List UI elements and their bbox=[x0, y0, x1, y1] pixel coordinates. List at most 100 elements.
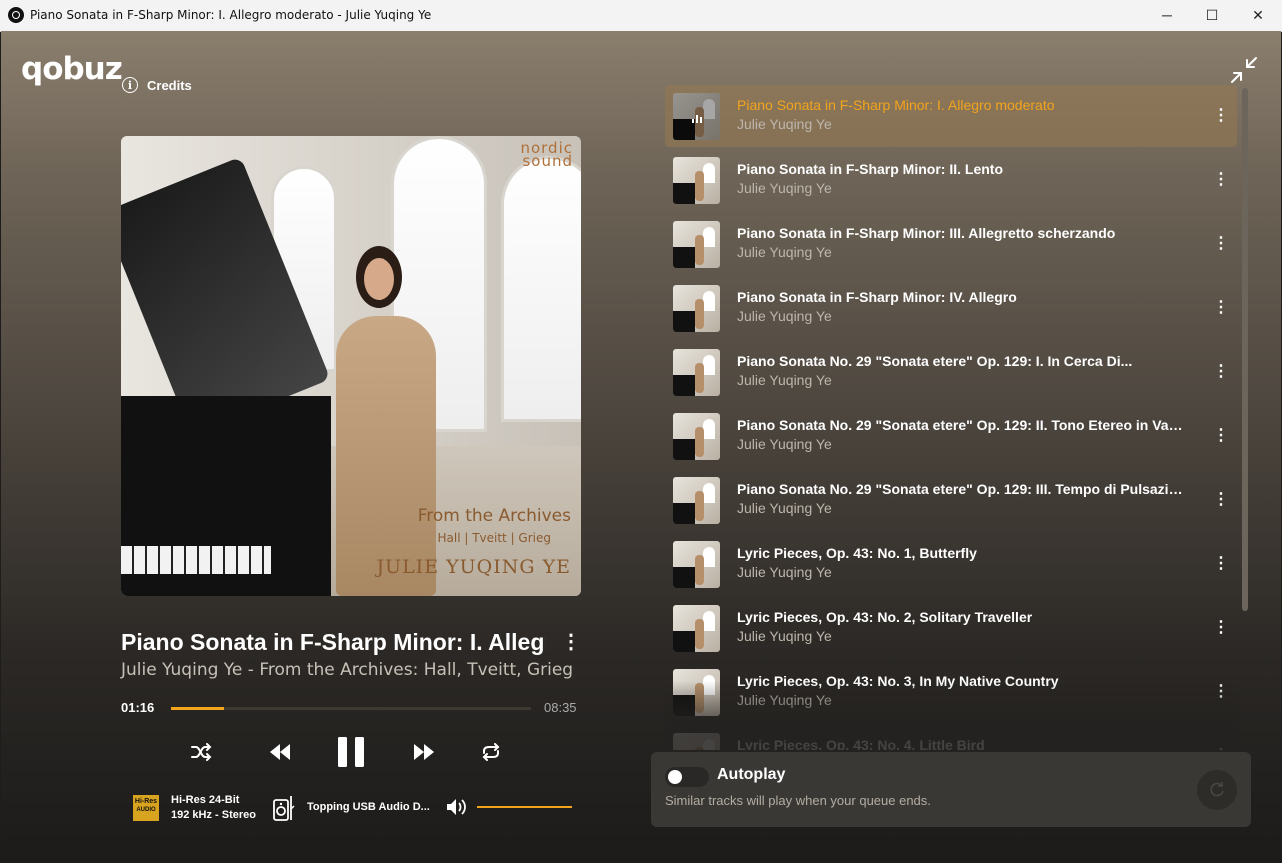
queue-item-title: Piano Sonata No. 29 "Sonata etere" Op. 1… bbox=[737, 481, 1187, 497]
repeat-icon bbox=[482, 743, 500, 761]
track-thumbnail bbox=[673, 349, 720, 396]
shuffle-button[interactable] bbox=[187, 736, 215, 768]
cover-pianist-face bbox=[364, 258, 394, 300]
autoplay-refresh-button[interactable] bbox=[1197, 770, 1237, 810]
queue-item[interactable]: Piano Sonata No. 29 "Sonata etere" Op. 1… bbox=[665, 405, 1237, 467]
thumb-figure bbox=[695, 747, 704, 750]
thumb-figure bbox=[695, 427, 704, 457]
now-playing-subtitle[interactable]: Julie Yuqing Ye - From the Archives: Hal… bbox=[121, 660, 573, 680]
queue-item-more-icon[interactable]: ⋮ bbox=[1213, 425, 1229, 445]
queue-item-artist: Julie Yuqing Ye bbox=[737, 628, 832, 644]
thumb-window bbox=[703, 419, 715, 439]
speaker-device-icon[interactable] bbox=[273, 795, 295, 821]
audio-quality[interactable]: Hi-Res 24-Bit 192 kHz - Stereo bbox=[171, 793, 256, 823]
queue-item[interactable]: Lyric Pieces, Op. 43: No. 3, In My Nativ… bbox=[665, 661, 1237, 723]
queue-item-artist: Julie Yuqing Ye bbox=[737, 436, 832, 452]
window-titlebar: Piano Sonata in F-Sharp Minor: I. Allegr… bbox=[0, 0, 1282, 32]
progress-bar[interactable] bbox=[171, 707, 531, 710]
track-thumbnail bbox=[673, 221, 720, 268]
pause-icon bbox=[338, 737, 364, 767]
thumb-figure bbox=[695, 555, 704, 585]
current-time: 01:16 bbox=[121, 700, 155, 715]
queue-item-title: Piano Sonata No. 29 "Sonata etere" Op. 1… bbox=[737, 417, 1187, 433]
play-queue: Piano Sonata in F-Sharp Minor: I. Allegr… bbox=[665, 85, 1239, 750]
cover-window bbox=[501, 156, 581, 422]
thumb-piano bbox=[673, 567, 695, 588]
cover-pianist bbox=[326, 246, 446, 596]
queue-item-title: Lyric Pieces, Op. 43: No. 4, Little Bird bbox=[737, 737, 985, 750]
volume-icon[interactable] bbox=[445, 797, 467, 817]
pause-button[interactable] bbox=[333, 736, 369, 768]
cover-album-title: From the Archives bbox=[417, 506, 571, 526]
app-icon bbox=[8, 7, 24, 23]
queue-item-more-icon[interactable]: ⋮ bbox=[1213, 745, 1229, 750]
thumb-window bbox=[703, 163, 715, 183]
queue-item-more-icon[interactable]: ⋮ bbox=[1213, 105, 1229, 125]
track-thumbnail bbox=[673, 477, 720, 524]
maximize-button[interactable]: ☐ bbox=[1189, 0, 1235, 31]
queue-item-title: Lyric Pieces, Op. 43: No. 3, In My Nativ… bbox=[737, 673, 1059, 689]
thumb-window bbox=[703, 611, 715, 631]
queue-item-artist: Julie Yuqing Ye bbox=[737, 180, 832, 196]
info-icon: i bbox=[122, 77, 138, 93]
queue-item-more-icon[interactable]: ⋮ bbox=[1213, 361, 1229, 381]
minimize-button[interactable]: ─ bbox=[1144, 0, 1190, 31]
thumb-figure bbox=[695, 299, 704, 329]
thumb-piano bbox=[673, 183, 695, 204]
now-playing-title[interactable]: Piano Sonata in F-Sharp Minor: I. Allegr… bbox=[121, 629, 546, 656]
refresh-icon bbox=[1210, 782, 1224, 797]
queue-item-artist: Julie Yuqing Ye bbox=[737, 116, 832, 132]
next-button[interactable] bbox=[409, 736, 439, 768]
queue-item-more-icon[interactable]: ⋮ bbox=[1213, 553, 1229, 573]
thumb-figure bbox=[695, 363, 704, 393]
quality-bitdepth: Hi-Res 24-Bit bbox=[171, 794, 240, 806]
close-button[interactable]: ✕ bbox=[1235, 0, 1281, 31]
queue-item-artist: Julie Yuqing Ye bbox=[737, 564, 832, 580]
cover-piano-keys bbox=[121, 546, 271, 574]
queue-item[interactable]: Piano Sonata in F-Sharp Minor: IV. Alleg… bbox=[665, 277, 1237, 339]
queue-item[interactable]: Piano Sonata in F-Sharp Minor: II. Lento… bbox=[665, 149, 1237, 211]
autoplay-toggle[interactable] bbox=[665, 767, 709, 787]
queue-item-more-icon[interactable]: ⋮ bbox=[1213, 297, 1229, 317]
more-options-icon[interactable]: ⋮ bbox=[561, 629, 581, 654]
queue-item[interactable]: Lyric Pieces, Op. 43: No. 4, Little Bird… bbox=[665, 725, 1237, 750]
queue-item-more-icon[interactable]: ⋮ bbox=[1213, 617, 1229, 637]
queue-item[interactable]: Piano Sonata No. 29 "Sonata etere" Op. 1… bbox=[665, 341, 1237, 403]
previous-button[interactable] bbox=[265, 736, 295, 768]
queue-item[interactable]: Piano Sonata No. 29 "Sonata etere" Op. 1… bbox=[665, 469, 1237, 531]
collapse-icon[interactable] bbox=[1229, 55, 1259, 85]
thumb-piano bbox=[673, 695, 695, 716]
autoplay-description: Similar tracks will play when your queue… bbox=[665, 793, 931, 808]
thumb-piano bbox=[673, 631, 695, 652]
track-thumbnail bbox=[673, 157, 720, 204]
queue-item[interactable]: Piano Sonata in F-Sharp Minor: III. Alle… bbox=[665, 213, 1237, 275]
thumb-figure bbox=[695, 235, 704, 265]
queue-item-more-icon[interactable]: ⋮ bbox=[1213, 233, 1229, 253]
queue-item-title: Piano Sonata No. 29 "Sonata etere" Op. 1… bbox=[737, 353, 1133, 369]
queue-item-artist: Julie Yuqing Ye bbox=[737, 500, 832, 516]
track-thumbnail bbox=[673, 285, 720, 332]
queue-item-title: Piano Sonata in F-Sharp Minor: IV. Alleg… bbox=[737, 289, 1017, 305]
queue-item-title: Piano Sonata in F-Sharp Minor: I. Allegr… bbox=[737, 97, 1055, 113]
window-title: Piano Sonata in F-Sharp Minor: I. Allegr… bbox=[30, 8, 432, 22]
output-device-label[interactable]: Topping USB Audio D... bbox=[307, 801, 430, 813]
queue-item[interactable]: Lyric Pieces, Op. 43: No. 2, Solitary Tr… bbox=[665, 597, 1237, 659]
queue-scrollbar[interactable] bbox=[1242, 88, 1248, 611]
queue-item-more-icon[interactable]: ⋮ bbox=[1213, 681, 1229, 701]
queue-item-artist: Julie Yuqing Ye bbox=[737, 308, 832, 324]
queue-item[interactable]: Lyric Pieces, Op. 43: No. 1, Butterfly Ju… bbox=[665, 533, 1237, 595]
qobuz-logo[interactable]: qobuz bbox=[21, 51, 123, 87]
credits-label: Credits bbox=[147, 77, 192, 93]
track-thumbnail bbox=[673, 669, 720, 716]
queue-item-more-icon[interactable]: ⋮ bbox=[1213, 489, 1229, 509]
thumb-piano bbox=[673, 439, 695, 460]
volume-slider[interactable] bbox=[477, 806, 572, 808]
playing-equalizer-icon bbox=[673, 93, 720, 140]
credits-button[interactable]: i Credits bbox=[122, 77, 192, 93]
queue-item-title: Lyric Pieces, Op. 43: No. 2, Solitary Tr… bbox=[737, 609, 1033, 625]
hires-badge-top: Hi-Res bbox=[134, 798, 158, 805]
repeat-button[interactable] bbox=[477, 736, 505, 768]
queue-item-more-icon[interactable]: ⋮ bbox=[1213, 169, 1229, 189]
queue-item[interactable]: Piano Sonata in F-Sharp Minor: I. Allegr… bbox=[665, 85, 1237, 147]
thumb-window bbox=[703, 483, 715, 503]
